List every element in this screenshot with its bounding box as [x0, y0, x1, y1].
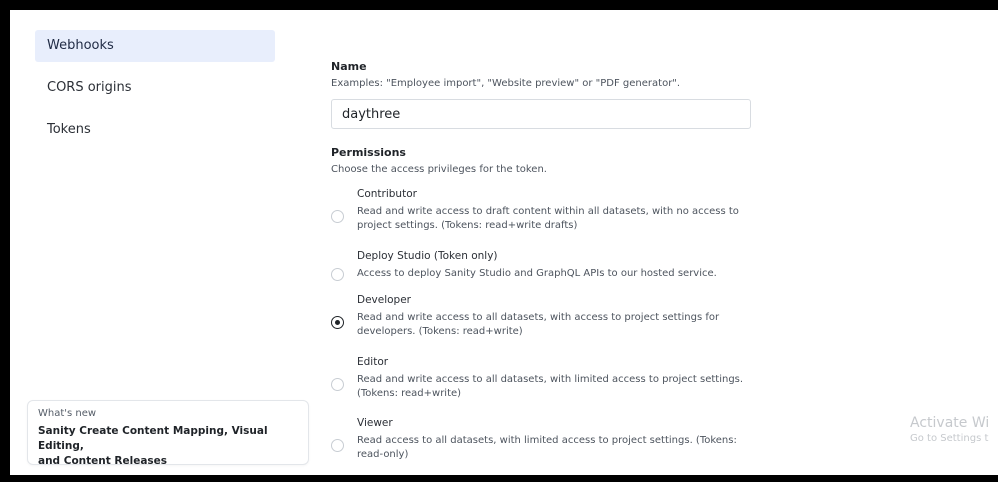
option-description: Access to deploy Sanity Studio and Graph…: [357, 268, 717, 279]
radio-editor[interactable]: [331, 378, 344, 391]
permissions-description: Choose the access privileges for the tok…: [331, 164, 547, 175]
sidebar-item-tokens[interactable]: Tokens: [35, 114, 275, 146]
radio-developer[interactable]: [331, 316, 344, 329]
whats-new-text-line1: Sanity Create Content Mapping, Visual Ed…: [38, 425, 268, 452]
whats-new-card[interactable]: What's new Sanity Create Content Mapping…: [27, 400, 309, 467]
settings-panel: Webhooks CORS origins Tokens What's new …: [10, 10, 998, 475]
whats-new-label: What's new: [38, 408, 97, 419]
sidebar-item-webhooks[interactable]: Webhooks: [35, 30, 275, 62]
name-label: Name: [331, 60, 367, 73]
option-description: Read and write access to all datasets, w…: [357, 312, 720, 337]
whats-new-text-line2: and Content Releases: [38, 455, 168, 467]
activate-windows-watermark: Activate Wi Go to Settings t: [910, 415, 989, 444]
watermark-line2: Go to Settings t: [910, 433, 989, 444]
name-description: Examples: "Employee import", "Website pr…: [331, 78, 681, 89]
option-title: Deploy Studio (Token only): [357, 250, 498, 262]
sidebar-item-cors-origins[interactable]: CORS origins: [35, 72, 275, 104]
sidebar: Webhooks CORS origins Tokens: [35, 30, 275, 156]
option-title: Viewer: [357, 417, 393, 429]
permissions-label: Permissions: [331, 146, 406, 159]
option-description: Read and write access to draft content w…: [357, 206, 739, 231]
watermark-line1: Activate Wi: [910, 415, 990, 431]
radio-deploy-studio[interactable]: [331, 268, 344, 281]
option-title: Editor: [357, 356, 389, 368]
name-input[interactable]: [331, 99, 751, 129]
radio-contributor[interactable]: [331, 210, 344, 223]
option-title: Developer: [357, 294, 412, 306]
option-title: Contributor: [357, 188, 417, 200]
radio-viewer[interactable]: [331, 439, 344, 452]
option-description: Read access to all datasets, with limite…: [357, 435, 737, 460]
option-description: Read and write access to all datasets, w…: [357, 374, 744, 399]
